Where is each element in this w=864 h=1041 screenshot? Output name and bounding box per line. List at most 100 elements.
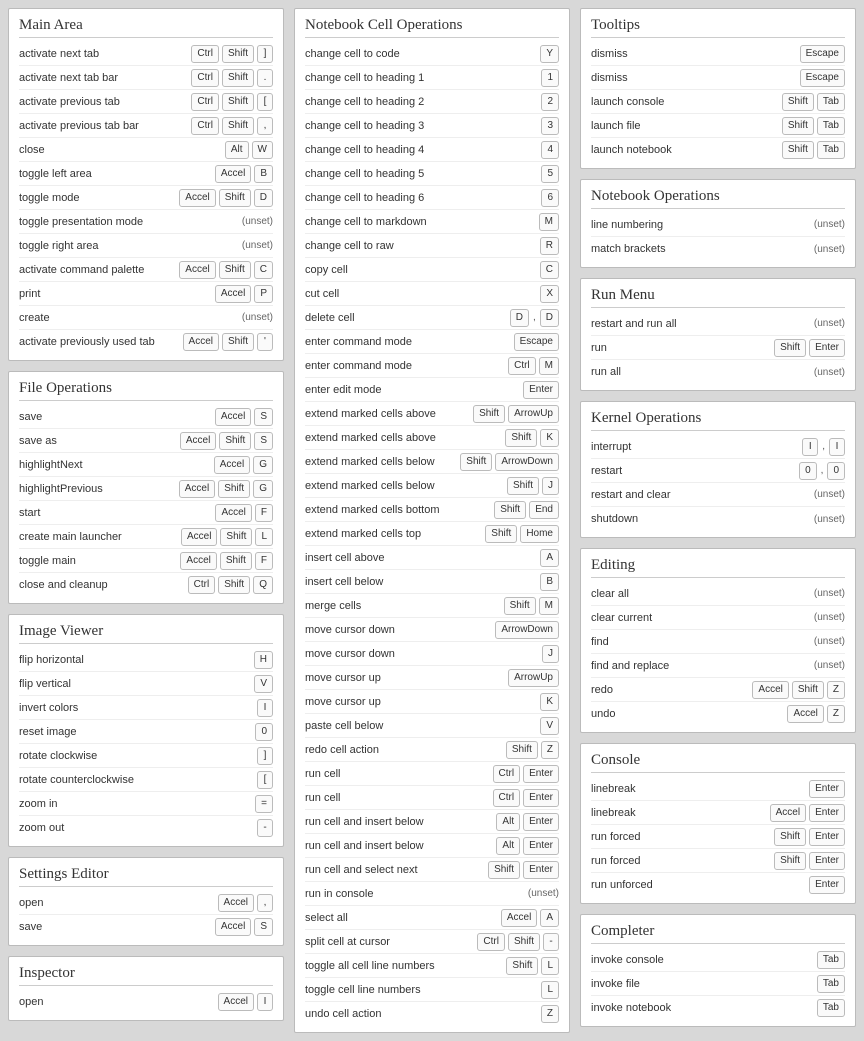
shortcut-row[interactable]: delete cellD,D [305, 306, 559, 330]
shortcut-row[interactable]: match brackets(unset) [591, 237, 845, 261]
shortcut-keys[interactable]: ] [257, 747, 273, 765]
shortcut-keys[interactable]: Escape [800, 69, 845, 87]
shortcut-keys[interactable]: ShiftEnd [494, 501, 559, 519]
shortcut-keys[interactable]: AltEnter [496, 837, 559, 855]
shortcut-row[interactable]: toggle left areaAccelB [19, 162, 273, 186]
shortcut-keys[interactable]: H [254, 651, 273, 669]
shortcut-row[interactable]: run cell and select nextShiftEnter [305, 858, 559, 882]
shortcut-row[interactable]: insert cell aboveA [305, 546, 559, 570]
shortcut-row[interactable]: activate next tab barCtrlShift. [19, 66, 273, 90]
shortcut-keys[interactable]: (unset) [814, 318, 845, 329]
shortcut-row[interactable]: zoom in= [19, 792, 273, 816]
shortcut-keys[interactable]: (unset) [814, 367, 845, 378]
shortcut-row[interactable]: move cursor downArrowDown [305, 618, 559, 642]
shortcut-row[interactable]: change cell to heading 66 [305, 186, 559, 210]
shortcut-keys[interactable]: AccelB [215, 165, 273, 183]
shortcut-row[interactable]: change cell to heading 11 [305, 66, 559, 90]
shortcut-keys[interactable]: Accel, [218, 894, 273, 912]
shortcut-keys[interactable]: (unset) [242, 312, 273, 323]
shortcut-keys[interactable]: (unset) [814, 588, 845, 599]
shortcut-row[interactable]: toggle modeAccelShiftD [19, 186, 273, 210]
shortcut-row[interactable]: extend marked cells belowShiftJ [305, 474, 559, 498]
shortcut-keys[interactable]: CtrlM [508, 357, 559, 375]
shortcut-row[interactable]: paste cell belowV [305, 714, 559, 738]
shortcut-keys[interactable]: (unset) [814, 489, 845, 500]
shortcut-row[interactable]: reset image0 [19, 720, 273, 744]
shortcut-keys[interactable]: CtrlShift] [191, 45, 273, 63]
shortcut-row[interactable]: save asAccelShiftS [19, 429, 273, 453]
shortcut-keys[interactable]: 3 [541, 117, 559, 135]
shortcut-keys[interactable]: ShiftM [504, 597, 559, 615]
shortcut-row[interactable]: openAccelI [19, 990, 273, 1014]
shortcut-row[interactable]: create main launcherAccelShiftL [19, 525, 273, 549]
shortcut-keys[interactable]: B [540, 573, 559, 591]
shortcut-row[interactable]: run forcedShiftEnter [591, 825, 845, 849]
shortcut-keys[interactable]: AccelA [501, 909, 559, 927]
shortcut-keys[interactable]: ShiftTab [782, 141, 845, 159]
shortcut-row[interactable]: restart and clear(unset) [591, 483, 845, 507]
shortcut-keys[interactable]: AccelShiftF [180, 552, 273, 570]
shortcut-keys[interactable]: AccelShiftS [180, 432, 273, 450]
shortcut-row[interactable]: merge cellsShiftM [305, 594, 559, 618]
shortcut-row[interactable]: move cursor upK [305, 690, 559, 714]
shortcut-keys[interactable]: D,D [510, 309, 559, 327]
shortcut-row[interactable]: change cell to heading 22 [305, 90, 559, 114]
shortcut-row[interactable]: printAccelP [19, 282, 273, 306]
shortcut-keys[interactable]: Enter [523, 381, 559, 399]
shortcut-row[interactable]: closeAltW [19, 138, 273, 162]
shortcut-keys[interactable]: AccelF [215, 504, 273, 522]
shortcut-row[interactable]: activate previously used tabAccelShift' [19, 330, 273, 354]
shortcut-keys[interactable]: (unset) [814, 244, 845, 255]
shortcut-keys[interactable]: ArrowDown [495, 621, 559, 639]
shortcut-keys[interactable]: Escape [800, 45, 845, 63]
shortcut-keys[interactable]: CtrlShift[ [191, 93, 273, 111]
shortcut-row[interactable]: run all(unset) [591, 360, 845, 384]
shortcut-keys[interactable]: AccelShiftD [179, 189, 273, 207]
shortcut-row[interactable]: change cell to codeY [305, 42, 559, 66]
shortcut-keys[interactable]: AccelShiftC [179, 261, 273, 279]
shortcut-keys[interactable]: AccelShiftG [179, 480, 273, 498]
shortcut-row[interactable]: interruptI,I [591, 435, 845, 459]
shortcut-keys[interactable]: ShiftK [505, 429, 559, 447]
shortcut-keys[interactable]: ShiftZ [506, 741, 559, 759]
shortcut-row[interactable]: extend marked cells topShiftHome [305, 522, 559, 546]
shortcut-keys[interactable]: (unset) [814, 514, 845, 525]
shortcut-keys[interactable]: K [540, 693, 559, 711]
shortcut-row[interactable]: undo cell actionZ [305, 1002, 559, 1026]
shortcut-row[interactable]: restart0,0 [591, 459, 845, 483]
shortcut-keys[interactable]: ShiftTab [782, 93, 845, 111]
shortcut-keys[interactable]: ArrowUp [508, 669, 559, 687]
shortcut-row[interactable]: linebreakEnter [591, 777, 845, 801]
shortcut-row[interactable]: select allAccelA [305, 906, 559, 930]
shortcut-keys[interactable]: Enter [809, 876, 845, 894]
shortcut-row[interactable]: run forcedShiftEnter [591, 849, 845, 873]
shortcut-row[interactable]: toggle right area(unset) [19, 234, 273, 258]
shortcut-keys[interactable]: - [257, 819, 273, 837]
shortcut-row[interactable]: run cellCtrlEnter [305, 786, 559, 810]
shortcut-row[interactable]: extend marked cells bottomShiftEnd [305, 498, 559, 522]
shortcut-row[interactable]: close and cleanupCtrlShiftQ [19, 573, 273, 597]
shortcut-keys[interactable]: AccelZ [787, 705, 845, 723]
shortcut-row[interactable]: invoke fileTab [591, 972, 845, 996]
shortcut-row[interactable]: flip verticalV [19, 672, 273, 696]
shortcut-row[interactable]: enter command modeCtrlM [305, 354, 559, 378]
shortcut-keys[interactable]: V [254, 675, 273, 693]
shortcut-keys[interactable]: ShiftArrowDown [460, 453, 559, 471]
shortcut-keys[interactable]: Tab [817, 975, 845, 993]
shortcut-keys[interactable]: ShiftEnter [774, 339, 845, 357]
shortcut-row[interactable]: activate previous tabCtrlShift[ [19, 90, 273, 114]
shortcut-keys[interactable]: Z [541, 1005, 559, 1023]
shortcut-keys[interactable]: X [540, 285, 559, 303]
shortcut-row[interactable]: launch fileShiftTab [591, 114, 845, 138]
shortcut-keys[interactable]: (unset) [242, 240, 273, 251]
shortcut-keys[interactable]: CtrlEnter [493, 765, 559, 783]
shortcut-row[interactable]: change cell to markdownM [305, 210, 559, 234]
shortcut-row[interactable]: run unforcedEnter [591, 873, 845, 897]
shortcut-row[interactable]: toggle cell line numbersL [305, 978, 559, 1002]
shortcut-keys[interactable]: (unset) [814, 660, 845, 671]
shortcut-row[interactable]: change cell to heading 33 [305, 114, 559, 138]
shortcut-row[interactable]: move cursor downJ [305, 642, 559, 666]
shortcut-keys[interactable]: Escape [514, 333, 559, 351]
shortcut-row[interactable]: line numbering(unset) [591, 213, 845, 237]
shortcut-row[interactable]: saveAccelS [19, 405, 273, 429]
